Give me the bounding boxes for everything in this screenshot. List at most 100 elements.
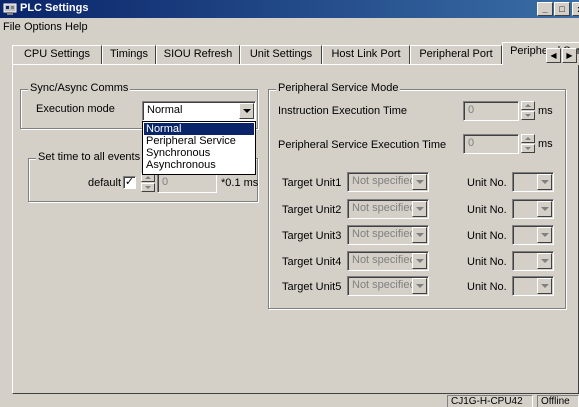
target-unit-dropdown-button[interactable] bbox=[412, 253, 427, 269]
instruction-exec-time-value: 0 bbox=[468, 104, 475, 116]
menu-help[interactable]: Help bbox=[65, 21, 88, 33]
target-unit-dropdown-button[interactable] bbox=[412, 174, 427, 190]
target-unit-dropdown-button[interactable] bbox=[412, 227, 427, 243]
unit-no-dropdown-button[interactable] bbox=[537, 201, 552, 217]
default-checkbox[interactable]: ✓ bbox=[123, 176, 136, 189]
chevron-down-icon bbox=[541, 259, 549, 263]
up-arrow-icon bbox=[525, 137, 531, 140]
spin-up-button[interactable] bbox=[521, 134, 535, 143]
chevron-down-icon bbox=[416, 180, 424, 184]
unit-no-dropdown-button[interactable] bbox=[537, 253, 552, 269]
status-model: CJ1G-H-CPU42 bbox=[447, 395, 533, 407]
spin-up-button[interactable] bbox=[521, 101, 535, 110]
option-normal[interactable]: Normal bbox=[144, 123, 254, 135]
tab-host-link-port[interactable]: Host Link Port bbox=[322, 45, 410, 64]
event-time-input[interactable]: 0 bbox=[157, 173, 217, 193]
unit-no-label: Unit No. bbox=[467, 204, 507, 216]
peripheral-exec-time-input[interactable]: 0 bbox=[463, 134, 519, 154]
event-time-spinner[interactable] bbox=[141, 173, 155, 193]
unit-no-label: Unit No. bbox=[467, 281, 507, 293]
target-unit-value: Not specified bbox=[352, 228, 416, 240]
spin-down-button[interactable] bbox=[521, 144, 535, 153]
execution-mode-label: Execution mode bbox=[36, 103, 115, 115]
left-arrow-icon: ◀ bbox=[550, 51, 557, 60]
target-unit-dropdown-button[interactable] bbox=[412, 201, 427, 217]
tab-siou-refresh[interactable]: SIOU Refresh bbox=[156, 45, 240, 64]
option-peripheral-service[interactable]: Peripheral Service bbox=[144, 135, 254, 147]
target-unit-label: Target Unit5 bbox=[282, 281, 342, 293]
tab-label: Host Link Port bbox=[331, 48, 401, 60]
down-arrow-icon bbox=[145, 186, 151, 189]
chevron-down-icon bbox=[416, 207, 424, 211]
down-arrow-icon bbox=[525, 114, 531, 117]
spin-down-button[interactable] bbox=[521, 111, 535, 120]
maximize-button[interactable]: □ bbox=[554, 2, 570, 16]
unit-no-dropdown-button[interactable] bbox=[537, 278, 552, 294]
peripheral-exec-time-spinner[interactable] bbox=[521, 134, 535, 154]
option-synchronous[interactable]: Synchronous bbox=[144, 147, 254, 159]
plc-settings-window: PLC Settings _ □ x File Options Help CPU… bbox=[0, 0, 579, 407]
target-unit-select[interactable]: Not specified bbox=[347, 199, 429, 219]
unit-no-select[interactable] bbox=[512, 225, 554, 245]
up-arrow-icon bbox=[145, 176, 151, 179]
event-time-value: 0 bbox=[162, 176, 169, 188]
spin-down-button[interactable] bbox=[141, 183, 155, 192]
instruction-exec-time-label: Instruction Execution Time bbox=[278, 105, 408, 117]
up-arrow-icon bbox=[525, 104, 531, 107]
unit-no-select[interactable] bbox=[512, 276, 554, 296]
unit-no-dropdown-button[interactable] bbox=[537, 174, 552, 190]
target-unit-label: Target Unit2 bbox=[282, 204, 342, 216]
unit-no-label: Unit No. bbox=[467, 230, 507, 242]
unit-no-select[interactable] bbox=[512, 251, 554, 271]
peripheral-exec-time-unit: ms bbox=[538, 138, 553, 150]
chevron-down-icon bbox=[541, 207, 549, 211]
minimize-button[interactable]: _ bbox=[537, 2, 553, 16]
unit-no-select[interactable] bbox=[512, 172, 554, 192]
unit-no-label: Unit No. bbox=[467, 177, 507, 189]
unit-no-dropdown-button[interactable] bbox=[537, 227, 552, 243]
tab-unit-settings[interactable]: Unit Settings bbox=[240, 45, 322, 64]
tab-label: Peripheral Port bbox=[419, 48, 493, 60]
unit-no-select[interactable] bbox=[512, 199, 554, 219]
window-title: PLC Settings bbox=[20, 2, 89, 14]
tab-label: SIOU Refresh bbox=[163, 48, 233, 60]
close-button[interactable]: x bbox=[572, 2, 579, 16]
title-bar[interactable]: PLC Settings _ □ x bbox=[0, 0, 579, 18]
tab-timings[interactable]: Timings bbox=[102, 45, 156, 64]
instruction-exec-time-input[interactable]: 0 bbox=[463, 101, 519, 121]
instruction-exec-time-spinner[interactable] bbox=[521, 101, 535, 121]
target-unit-select[interactable]: Not specified bbox=[347, 172, 429, 192]
target-unit-dropdown-button[interactable] bbox=[412, 278, 427, 294]
down-arrow-icon bbox=[525, 147, 531, 150]
execution-mode-options: Normal Peripheral Service Synchronous As… bbox=[142, 121, 256, 175]
chevron-down-icon bbox=[541, 284, 549, 288]
tab-peripheral-port[interactable]: Peripheral Port bbox=[410, 45, 502, 64]
group-title: Peripheral Service Mode bbox=[276, 82, 401, 94]
plc-app-icon bbox=[3, 3, 17, 15]
peripheral-exec-time-value: 0 bbox=[468, 137, 475, 149]
target-unit-select[interactable]: Not specified bbox=[347, 276, 429, 296]
checkmark-icon: ✓ bbox=[124, 176, 135, 188]
target-unit-value: Not specified bbox=[352, 254, 416, 266]
group-title: Sync/Async Comms bbox=[28, 82, 131, 94]
target-unit-value: Not specified bbox=[352, 202, 416, 214]
menu-options[interactable]: Options bbox=[24, 21, 62, 33]
instruction-exec-time-unit: ms bbox=[538, 105, 553, 117]
event-time-unit: *0.1 ms bbox=[221, 177, 259, 189]
peripheral-exec-time-label: Peripheral Service Execution Time bbox=[278, 139, 447, 151]
target-unit-label: Target Unit1 bbox=[282, 177, 342, 189]
option-asynchronous[interactable]: Asynchronous bbox=[144, 159, 254, 171]
execution-mode-dropdown-button[interactable] bbox=[239, 103, 254, 119]
tab-cpu-settings[interactable]: CPU Settings bbox=[12, 45, 102, 64]
chevron-down-icon bbox=[541, 233, 549, 237]
chevron-down-icon bbox=[416, 233, 424, 237]
menu-file[interactable]: File bbox=[3, 21, 21, 33]
execution-mode-select[interactable]: Normal bbox=[142, 101, 256, 121]
status-bar: CJ1G-H-CPU42 Offline bbox=[0, 394, 579, 407]
chevron-down-icon bbox=[416, 259, 424, 263]
target-unit-select[interactable]: Not specified bbox=[347, 251, 429, 271]
target-unit-select[interactable]: Not specified bbox=[347, 225, 429, 245]
tab-label: Unit Settings bbox=[249, 48, 313, 60]
tab-scroll-left-button[interactable]: ◀ bbox=[546, 48, 561, 63]
tab-scroll-right-button[interactable]: ▶ bbox=[562, 48, 577, 63]
